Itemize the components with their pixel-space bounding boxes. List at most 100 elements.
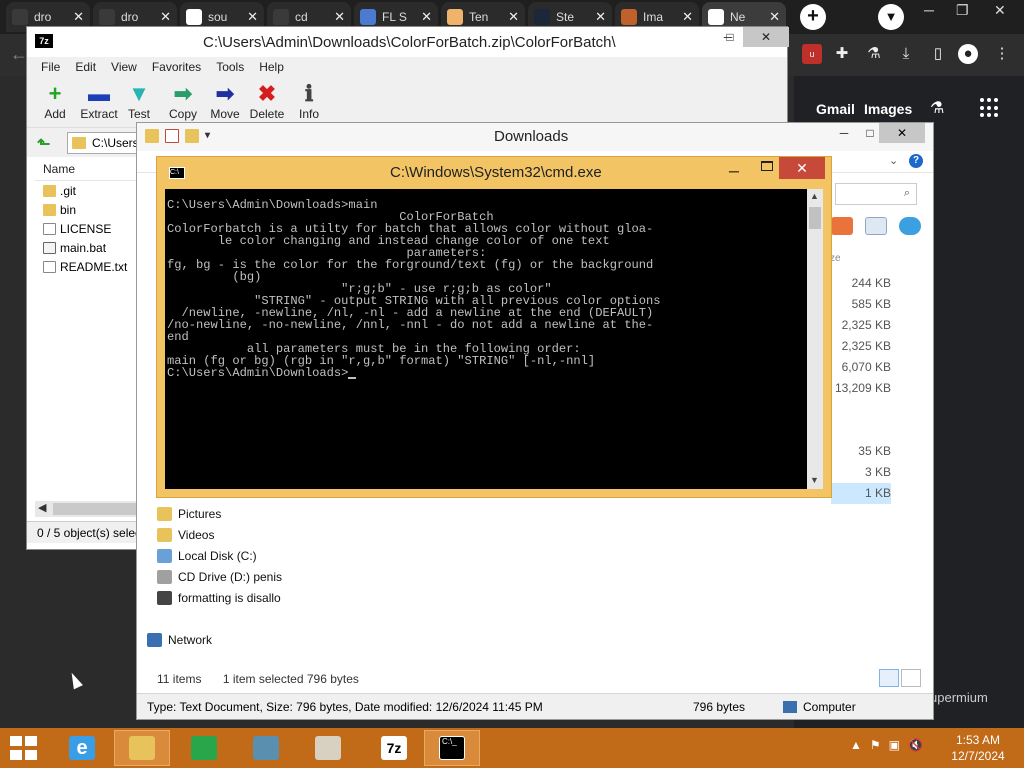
taskbar-cmd[interactable]: C:\_ [424, 730, 480, 766]
folder-icon[interactable] [145, 129, 159, 143]
taskbar-7zip[interactable]: 7z [366, 730, 422, 766]
taskbar-file-explorer[interactable] [114, 730, 170, 766]
file-size-text: 796 bytes [693, 700, 746, 714]
rename-icon[interactable] [865, 217, 887, 235]
taskbar-browser[interactable] [238, 730, 294, 766]
close-icon[interactable]: ✕ [160, 9, 171, 25]
cmd-title: C:\Windows\System32\cmd.exe [390, 164, 602, 181]
nav-item[interactable]: Local Disk (C:) [157, 545, 357, 566]
7zip-horizontal-scrollbar[interactable]: ◀ [35, 501, 137, 517]
menu-item-tools[interactable]: Tools [216, 60, 244, 74]
show-hidden-icons[interactable]: ▲ [850, 738, 862, 752]
close-icon[interactable]: ✕ [334, 9, 345, 25]
labs-icon[interactable]: ⚗ [930, 98, 944, 118]
extract-button[interactable]: ▬ Extract [77, 81, 121, 121]
close-icon[interactable]: ✕ [595, 9, 606, 25]
volume-muted-icon[interactable]: 🔇 [908, 738, 923, 752]
chevron-down-icon[interactable]: ⌄ [889, 154, 898, 167]
large-icons-view-button[interactable] [901, 669, 921, 687]
list-item[interactable]: .git [35, 181, 137, 200]
close-icon[interactable]: ✕ [73, 9, 84, 25]
taskbar-internet-explorer[interactable]: e [54, 730, 110, 766]
taskbar-store[interactable] [176, 730, 232, 766]
scroll-thumb[interactable] [809, 207, 821, 229]
explorer-search-input[interactable]: ⌕ [835, 183, 917, 205]
scroll-down-icon[interactable]: ▼ [810, 475, 819, 485]
chevron-down-icon[interactable]: ▾ [205, 129, 210, 143]
browser-restore-button[interactable]: ❐ [956, 2, 969, 19]
toolbar-label: Test [127, 107, 150, 121]
close-icon[interactable]: ✕ [508, 9, 519, 25]
globe-icon[interactable] [899, 217, 921, 235]
close-icon[interactable]: ✕ [421, 9, 432, 25]
cmd-console[interactable]: C:\Users\Admin\Downloads>main ColorForBa… [165, 189, 807, 489]
extensions-icon[interactable]: ✚ [832, 44, 852, 64]
nav-item[interactable]: formatting is disallo [157, 587, 357, 608]
menu-item-file[interactable]: File [41, 60, 60, 74]
7zip-maximize-button[interactable]: □ [715, 27, 745, 47]
scroll-up-icon[interactable]: ▲ [810, 191, 819, 201]
scroll-left-icon[interactable]: ◀ [38, 501, 46, 514]
menu-item-view[interactable]: View [111, 60, 137, 74]
network-icon[interactable]: ▣ [889, 738, 900, 752]
download-icon[interactable]: ⤓ [896, 44, 916, 64]
new-tab-button[interactable]: + [800, 4, 826, 30]
browser-close-button[interactable]: ✕ [994, 2, 1006, 19]
clock[interactable]: 1:53 AM 12/7/2024 [950, 732, 1006, 764]
cmd-maximize-button[interactable] [761, 161, 773, 171]
new-folder-icon[interactable] [185, 129, 199, 143]
nav-item[interactable]: Videos [157, 524, 357, 545]
close-icon[interactable]: ✕ [247, 9, 258, 25]
flag-icon[interactable]: ⚑ [870, 738, 881, 752]
name-column-header[interactable]: Name [35, 157, 137, 181]
cmd-close-button[interactable]: ✕ [779, 157, 825, 179]
browser-minimize-button[interactable]: ─ [924, 2, 934, 18]
info-button[interactable]: ℹ Info [287, 81, 331, 121]
explorer-close-button[interactable]: ✕ [879, 123, 925, 143]
test-button[interactable]: ▼ Test [117, 81, 161, 121]
menu-item-favorites[interactable]: Favorites [152, 60, 201, 74]
nav-item[interactable]: Pictures [157, 503, 357, 524]
gmail-link[interactable]: Gmail [816, 101, 855, 117]
taskbar-paint[interactable] [300, 730, 356, 766]
cmd-vertical-scrollbar[interactable]: ▲ ▼ [807, 189, 823, 489]
profile-avatar[interactable]: ● [958, 44, 978, 64]
nav-item[interactable]: CD Drive (D:) penis [157, 566, 357, 587]
nav-item[interactable]: Network [147, 629, 357, 650]
help-icon[interactable]: ? [909, 154, 923, 168]
cmd-minimize-button[interactable]: ─ [729, 163, 739, 179]
delete-button[interactable]: ✖ Delete [245, 81, 289, 121]
list-item[interactable]: bin [35, 200, 137, 219]
menu-kebab-icon[interactable]: ⋮ [992, 44, 1012, 64]
list-item[interactable]: main.bat [35, 238, 137, 257]
images-link[interactable]: Images [864, 101, 912, 117]
tab-title: FL S [382, 10, 407, 24]
ublock-icon[interactable]: u [802, 44, 822, 64]
properties-icon[interactable] [165, 129, 179, 143]
size-cell: 3 KB [864, 465, 891, 479]
list-item[interactable]: LICENSE [35, 219, 137, 238]
folder-icon [72, 137, 86, 149]
add-button[interactable]: + Add [33, 81, 77, 121]
tab-search-button[interactable]: ▼ [878, 4, 904, 30]
menu-item-edit[interactable]: Edit [75, 60, 96, 74]
details-view-button[interactable] [879, 669, 899, 687]
close-icon[interactable]: ✕ [769, 9, 780, 25]
size-cell: 13,209 KB [834, 381, 891, 395]
start-button[interactable] [10, 736, 38, 760]
search-icon: ⌕ [903, 187, 910, 199]
close-icon[interactable]: ✕ [682, 9, 693, 25]
scroll-thumb[interactable] [53, 503, 137, 515]
move-button[interactable]: ➡ Move [203, 81, 247, 121]
labs-flask-icon[interactable]: ⚗ [864, 44, 884, 64]
copy-button[interactable]: ➡ Copy [161, 81, 205, 121]
up-folder-icon[interactable]: ⬑ [37, 134, 50, 154]
menu-item-help[interactable]: Help [259, 60, 284, 74]
edit-icon[interactable] [831, 217, 853, 235]
list-item[interactable]: README.txt [35, 257, 137, 276]
tab-title: Ima [643, 10, 664, 24]
console-line: /no-newline, -no-newline, /nnl, -nnl - d… [167, 318, 654, 332]
7zip-close-button[interactable]: ✕ [743, 27, 789, 47]
google-apps-icon[interactable] [980, 98, 1000, 118]
side-panel-icon[interactable]: ▯ [928, 44, 948, 64]
